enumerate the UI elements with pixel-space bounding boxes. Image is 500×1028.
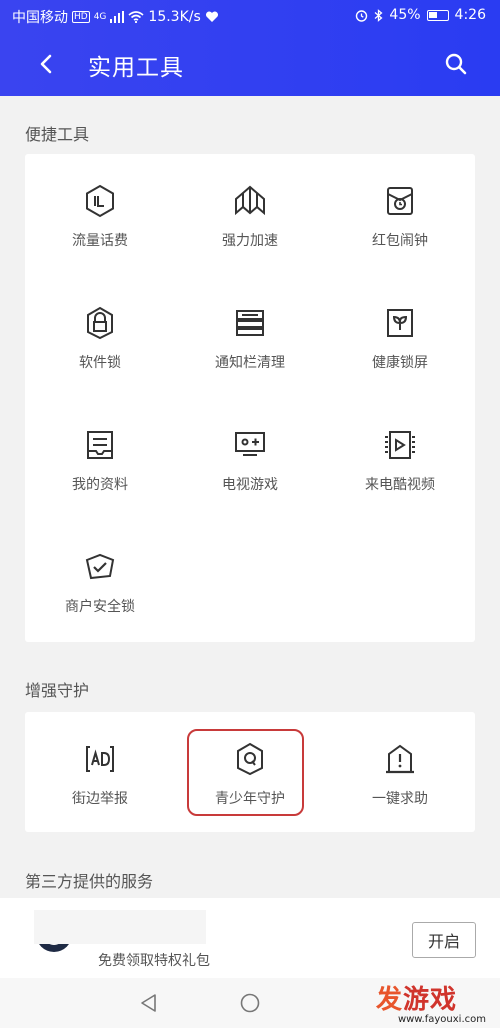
ad-report-icon — [83, 742, 117, 776]
tool-label: 通知栏清理 — [215, 355, 285, 371]
nav-back-icon[interactable] — [138, 992, 160, 1014]
tool-data-usage[interactable]: 流量话费 — [25, 154, 175, 274]
network-speed: 15.3K/s — [148, 9, 201, 25]
merchant-lock-icon — [83, 550, 117, 584]
tool-sos[interactable]: 一键求助 — [325, 712, 475, 832]
status-bar: 中国移动 HD 4G 15.3K/s 45% 4:26 — [0, 0, 500, 32]
tool-label: 软件锁 — [79, 355, 121, 371]
tool-tv-game[interactable]: 电视游戏 — [175, 398, 325, 518]
watermark-logo: 发游戏 — [375, 985, 457, 1015]
section-title-enhanced: 增强守护 — [25, 681, 90, 700]
network-type: 4G — [93, 12, 107, 22]
section-title-quick-tools: 便捷工具 — [25, 125, 90, 144]
signal-icon — [110, 11, 125, 23]
healthy-lockscreen-icon — [383, 306, 417, 340]
service-description: 免费领取特权礼包 — [98, 953, 210, 969]
battery-icon — [426, 9, 449, 21]
tool-notification-clean[interactable]: 通知栏清理 — [175, 276, 325, 396]
tool-label: 一键求助 — [372, 791, 428, 807]
tool-merchant-lock[interactable]: 商户安全锁 — [25, 520, 175, 640]
tool-boost[interactable]: 强力加速 — [175, 154, 325, 274]
status-left: 中国移动 HD 4G 15.3K/s — [12, 7, 219, 27]
nav-home-icon[interactable] — [239, 992, 261, 1014]
tool-label: 流量话费 — [72, 233, 128, 249]
notification-clean-icon — [233, 306, 267, 340]
sos-icon — [383, 742, 417, 776]
watermark: 发游戏 www.fayouxi.com — [376, 986, 486, 1025]
highlight-box — [187, 729, 304, 816]
alarm-icon — [356, 9, 368, 22]
my-profile-icon — [83, 428, 117, 462]
tool-label: 街边举报 — [72, 791, 128, 807]
tool-my-profile[interactable]: 我的资料 — [25, 398, 175, 518]
heart-icon — [205, 11, 218, 22]
search-icon — [445, 53, 467, 75]
tool-label: 强力加速 — [222, 233, 278, 249]
tool-label: 来电酷视频 — [365, 477, 435, 493]
tool-ad-report[interactable]: 街边举报 — [25, 712, 175, 832]
battery-percent: 45% — [389, 7, 421, 23]
wifi-icon — [128, 11, 144, 23]
tool-label: 商户安全锁 — [65, 599, 135, 615]
tool-label: 电视游戏 — [222, 477, 278, 493]
app-lock-icon — [83, 306, 117, 340]
tool-red-packet-alarm[interactable]: 红包闹钟 — [325, 154, 475, 274]
carrier-name: 中国移动 — [12, 10, 68, 26]
chevron-left-icon — [40, 54, 52, 74]
open-button[interactable]: 开启 — [412, 922, 476, 958]
status-right: 45% 4:26 — [355, 7, 486, 23]
red-packet-alarm-icon — [383, 184, 417, 218]
tv-game-icon — [233, 428, 267, 462]
bluetooth-icon — [375, 8, 383, 22]
tool-label: 我的资料 — [72, 477, 128, 493]
section-title-third-party: 第三方提供的服务 — [25, 872, 154, 891]
service-row[interactable]: 免费领取特权礼包 开启 — [0, 898, 500, 978]
clock: 4:26 — [454, 7, 486, 23]
watermark-url: www.fayouxi.com — [397, 1014, 486, 1025]
back-button[interactable] — [28, 46, 64, 82]
service-name-redacted — [34, 910, 206, 944]
tool-call-video[interactable]: 来电酷视频 — [325, 398, 475, 518]
tool-label: 健康锁屏 — [372, 355, 428, 371]
app-header: 实用工具 — [0, 32, 500, 96]
call-video-icon — [383, 428, 417, 462]
boost-icon — [233, 184, 267, 218]
tool-label: 红包闹钟 — [372, 233, 428, 249]
page-title: 实用工具 — [88, 55, 184, 81]
tool-app-lock[interactable]: 软件锁 — [25, 276, 175, 396]
tool-healthy-lockscreen[interactable]: 健康锁屏 — [325, 276, 475, 396]
search-button[interactable] — [436, 44, 476, 84]
data-usage-icon — [83, 184, 117, 218]
quick-tools-card: 流量话费 强力加速 红包闹钟 软件锁 通知栏清理 健康锁屏 我的资料 电视游戏 … — [25, 154, 475, 642]
hd-badge: HD — [72, 11, 90, 23]
